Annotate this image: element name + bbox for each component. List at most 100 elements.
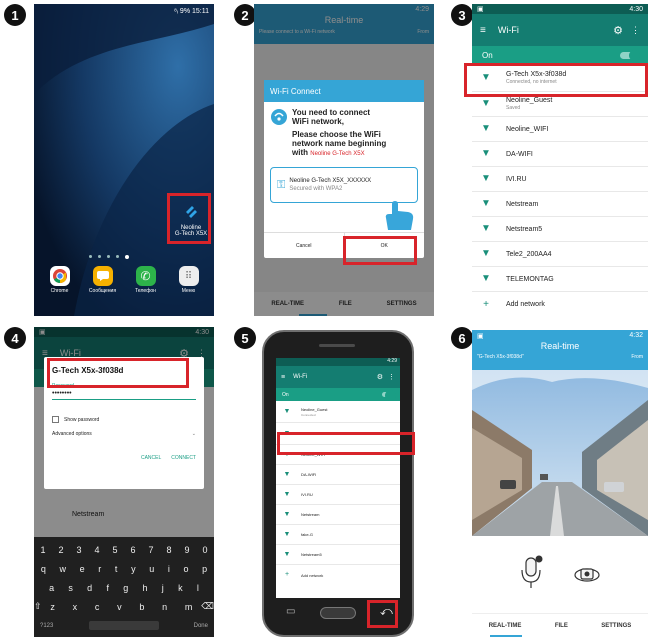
show-password-row[interactable]: Show password <box>52 416 196 423</box>
key-i[interactable]: i <box>168 559 170 578</box>
cancel-button[interactable]: Cancel <box>264 233 344 258</box>
key-w[interactable]: w <box>59 559 66 578</box>
password-input[interactable]: •••••••• <box>52 390 196 400</box>
key-f[interactable]: f <box>106 578 109 597</box>
app-messages[interactable]: Сообщения <box>84 266 122 294</box>
key-3[interactable]: 3 <box>76 540 81 559</box>
key-d[interactable]: d <box>87 578 92 597</box>
wifi-switch[interactable] <box>382 390 396 401</box>
dialog-title: Wi-Fi Connect <box>264 80 424 102</box>
key-p[interactable]: p <box>202 559 207 578</box>
network-item[interactable]: ▼ Neoline_Guest Connected <box>276 401 400 423</box>
network-item[interactable]: ▼ Tele2_200AA4 <box>472 242 648 267</box>
key-b[interactable]: b <box>139 602 144 612</box>
camera-switch-icon[interactable] <box>572 562 602 586</box>
done-key[interactable]: Done <box>194 623 208 629</box>
gear-icon[interactable]: ⚙ <box>377 373 383 381</box>
cancel-button[interactable]: CANCEL <box>141 455 161 461</box>
key-k[interactable]: k <box>178 578 183 597</box>
key-s[interactable]: s <box>68 578 73 597</box>
keyboard-row-numbers: 1234567890 <box>34 540 214 559</box>
menu-icon[interactable]: ≡ <box>281 374 285 381</box>
key-v[interactable]: v <box>117 602 122 612</box>
advanced-options-row[interactable]: Advanced options ⌄ <box>52 431 196 437</box>
microphone-icon[interactable] <box>519 554 545 590</box>
home-button[interactable] <box>320 607 356 619</box>
app-chrome[interactable]: Chrome <box>41 266 79 294</box>
network-item[interactable]: ▼ DA-WIFI <box>472 142 648 167</box>
key-g[interactable]: g <box>123 578 128 597</box>
network-item[interactable]: ▼ Netstream <box>472 192 648 217</box>
key-y[interactable]: y <box>131 559 136 578</box>
key-x[interactable]: x <box>73 602 78 612</box>
shift-key[interactable]: ⇧ <box>34 601 42 612</box>
recent-apps-icon[interactable]: ▭ <box>286 606 295 617</box>
more-icon[interactable]: ⋮ <box>631 25 640 36</box>
key-o[interactable]: o <box>184 559 189 578</box>
network-item[interactable]: ▼ fake-G <box>276 525 400 545</box>
app-phone[interactable]: ✆ Телефон <box>127 266 165 294</box>
space-key[interactable] <box>88 621 159 630</box>
wifi-signal-icon: ▼ <box>283 490 291 498</box>
wifi-toggle-row[interactable]: On <box>276 388 400 401</box>
key-5[interactable]: 5 <box>112 540 117 559</box>
key-m[interactable]: m <box>185 602 193 612</box>
tab-file[interactable]: FILE <box>555 623 568 629</box>
key-u[interactable]: u <box>149 559 154 578</box>
wifi-switch[interactable] <box>620 49 640 61</box>
key-6[interactable]: 6 <box>130 540 135 559</box>
symbols-key[interactable]: ?123 <box>40 623 53 629</box>
wifi-signal-icon: ▼ <box>481 98 491 109</box>
network-item[interactable]: ▼ Neoline_WIFI <box>472 117 648 142</box>
connect-button[interactable]: CONNECT <box>171 455 196 461</box>
key-1[interactable]: 1 <box>40 540 45 559</box>
highlight-ssid-password <box>47 358 189 388</box>
network-name: TELEMONTAG <box>506 275 554 283</box>
key-r[interactable]: r <box>98 559 101 578</box>
key-l[interactable]: l <box>197 578 199 597</box>
key-h[interactable]: h <box>143 578 148 597</box>
backspace-key[interactable]: ⌫ <box>201 601 214 612</box>
network-option[interactable]: ⚿ Neoline G-Tech X5X_XXXXXX Secured with… <box>270 167 418 203</box>
key-j[interactable]: j <box>162 578 164 597</box>
key-8[interactable]: 8 <box>166 540 171 559</box>
add-network-label: Add network <box>301 572 324 578</box>
tab-settings[interactable]: SETTINGS <box>601 623 631 629</box>
more-icon[interactable]: ⋮ <box>388 373 395 381</box>
wifi-toggle-row[interactable]: On <box>472 46 648 64</box>
network-item[interactable]: ▼ DA-WIFI <box>276 465 400 485</box>
speaker-grill <box>319 344 355 347</box>
key-n[interactable]: n <box>162 602 167 612</box>
key-e[interactable]: e <box>80 559 85 578</box>
add-network-item[interactable]: + Add network <box>276 565 400 585</box>
key-7[interactable]: 7 <box>148 540 153 559</box>
key-4[interactable]: 4 <box>94 540 99 559</box>
key-9[interactable]: 9 <box>184 540 189 559</box>
app-menu[interactable]: ⠿ Меню <box>170 266 208 294</box>
add-network-item[interactable]: + Add network <box>472 292 648 316</box>
gear-icon[interactable]: ⚙ <box>613 24 623 37</box>
key-2[interactable]: 2 <box>58 540 63 559</box>
highlight-network-gtech <box>464 63 648 97</box>
dialog-line4: network name beginning <box>292 139 387 148</box>
key-0[interactable]: 0 <box>202 540 207 559</box>
network-item[interactable]: ▼ IVI.RU <box>276 485 400 505</box>
key-c[interactable]: c <box>95 602 100 612</box>
wifi-signal-icon: ▼ <box>283 510 291 518</box>
network-item[interactable]: ▼ Netstream5 <box>276 545 400 565</box>
key-t[interactable]: t <box>115 559 118 578</box>
wifi-signal-icon: ▼ <box>481 248 491 259</box>
key-q[interactable]: q <box>41 559 46 578</box>
keyboard-row-1: qwertyuiop <box>34 559 214 578</box>
network-item[interactable]: ▼ TELEMONTAG <box>472 267 648 292</box>
network-name: Netstream5 <box>301 552 322 557</box>
key-a[interactable]: a <box>49 578 54 597</box>
network-item[interactable]: ▼ Netstream5 <box>472 217 648 242</box>
network-item[interactable]: ▼ IVI.RU <box>472 167 648 192</box>
show-password-checkbox[interactable] <box>52 416 59 423</box>
tab-realtime[interactable]: REAL-TIME <box>489 623 522 629</box>
chrome-icon <box>52 269 67 284</box>
key-z[interactable]: z <box>50 602 55 612</box>
menu-icon[interactable]: ≡ <box>480 25 486 36</box>
network-item[interactable]: ▼ Netstream <box>276 505 400 525</box>
